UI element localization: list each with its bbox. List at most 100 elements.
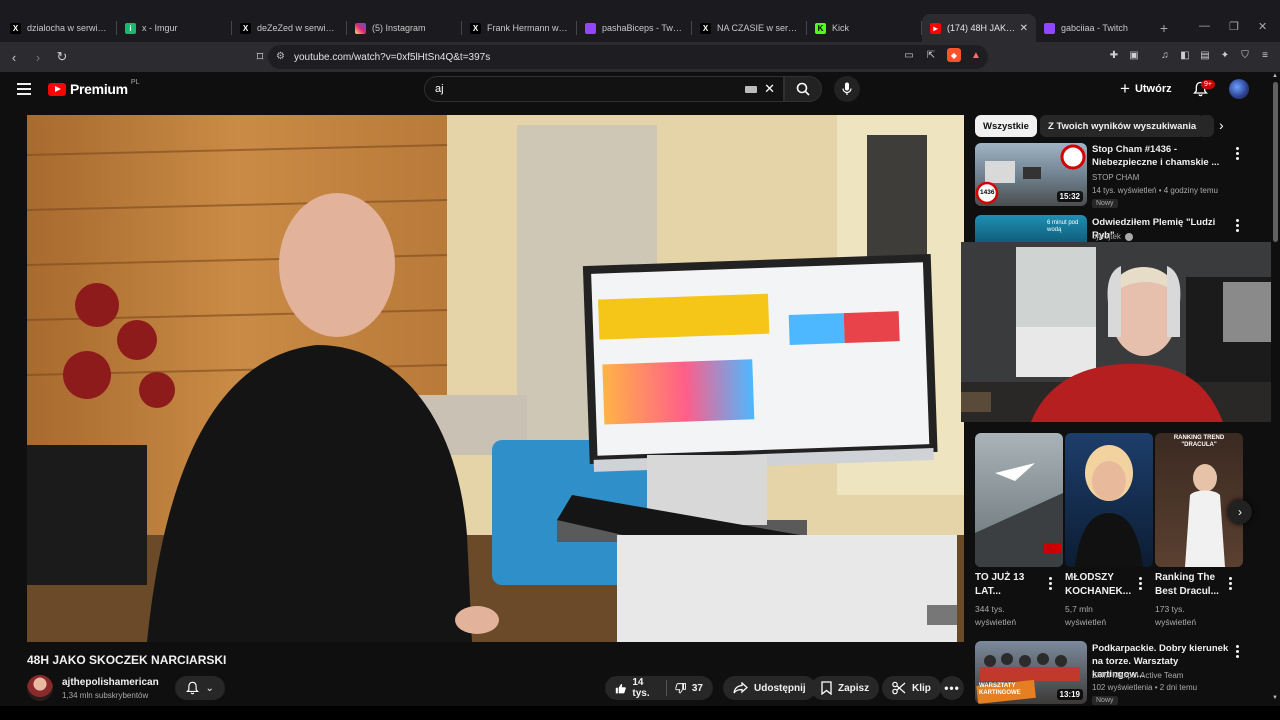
browser-tab[interactable]: gabciiaa - Twitch: [1036, 14, 1150, 42]
save-button[interactable]: Zapisz: [811, 676, 880, 700]
chevron-right-icon[interactable]: ›: [1219, 117, 1224, 133]
thumbs-down-icon[interactable]: [674, 682, 686, 695]
bookmark-icon[interactable]: ⌑: [250, 49, 270, 65]
short-thumbnail[interactable]: [1065, 433, 1153, 567]
more-vertical-icon[interactable]: [1049, 577, 1052, 592]
short-title[interactable]: TO JUŻ 13 LAT...: [975, 571, 1045, 599]
more-vertical-icon[interactable]: [1236, 645, 1239, 660]
title-line: LAT...: [975, 586, 1001, 597]
views-line: 344 tys.: [975, 604, 1005, 614]
bottom-edge: [0, 706, 1280, 720]
views-line: 5,7 mln: [1065, 604, 1093, 614]
like-count[interactable]: 14 tys.: [632, 677, 657, 699]
scrollbar-thumb[interactable]: [1273, 82, 1278, 242]
tab-label: NA CZASIE w serwisie X: [717, 23, 798, 33]
more-vertical-icon[interactable]: [1229, 577, 1232, 592]
more-vertical-icon[interactable]: [1236, 147, 1239, 162]
youtube-header: Premium PL aj ✕ + Utwórz 9+: [0, 72, 1280, 108]
video-thumbnail[interactable]: 6 minut pod wodą: [975, 215, 1087, 242]
tab-label: Kick: [832, 23, 850, 33]
wallet-icon[interactable]: ▤: [1198, 48, 1212, 62]
channel-name[interactable]: STOP CHAM: [1092, 172, 1139, 184]
tab-label: (5) Instagram: [372, 23, 426, 33]
x-logo-icon: X: [240, 22, 251, 34]
browser-tab[interactable]: K Kick: [807, 14, 921, 42]
cast-icon[interactable]: ▭: [902, 48, 916, 62]
browser-menu-icon[interactable]: ≡: [1258, 48, 1272, 62]
channel-avatar[interactable]: [27, 675, 53, 701]
scroll-up-icon[interactable]: ▲: [1272, 73, 1278, 79]
search-icon: [796, 82, 810, 96]
voice-search-button[interactable]: [834, 76, 860, 102]
video-thumbnail[interactable]: 1436 15:32: [975, 143, 1087, 206]
browser-tab[interactable]: pashaBiceps - Twitch: [577, 14, 691, 42]
more-vertical-icon[interactable]: [1236, 219, 1239, 234]
more-vertical-icon[interactable]: [1139, 577, 1142, 592]
minimize-icon[interactable]: —: [1199, 20, 1210, 32]
scissors-icon: [892, 681, 906, 695]
restore-icon[interactable]: ❐: [1229, 20, 1239, 33]
back-icon[interactable]: ‹: [4, 50, 24, 65]
brave-rewards-icon[interactable]: ▲: [969, 48, 983, 62]
browser-tab[interactable]: (5) Instagram: [347, 14, 461, 42]
title-line: Niebezpieczne i chamskie ...: [1092, 157, 1220, 168]
share-button[interactable]: Udostępnij: [723, 676, 816, 700]
browser-tab[interactable]: X dzialocha w serwisie X: [2, 14, 116, 42]
title-line: MŁODSZY: [1065, 572, 1114, 583]
views-line: wyświetleń: [1065, 617, 1107, 627]
channel-name[interactable]: ZMM Maxpol Active Team: [1092, 670, 1183, 682]
account-avatar[interactable]: [1229, 79, 1249, 99]
chip-from-search[interactable]: Z Twoich wyników wyszukiwania: [1040, 115, 1205, 137]
new-tab-button[interactable]: +: [1150, 14, 1178, 42]
search-value: aj: [435, 83, 444, 95]
views-line: 173 tys.: [1155, 604, 1185, 614]
clip-label: Klip: [912, 682, 931, 694]
media-icon[interactable]: ♫: [1158, 48, 1172, 62]
screenshot-icon[interactable]: ▣: [1127, 48, 1141, 62]
close-window-icon[interactable]: ✕: [1258, 20, 1267, 33]
short-title[interactable]: Ranking The Best Dracul...: [1155, 571, 1225, 599]
clip-button[interactable]: Klip: [882, 676, 941, 700]
clear-search-icon[interactable]: ✕: [764, 81, 775, 97]
sidebar-icon[interactable]: ◧: [1178, 48, 1192, 62]
scroll-down-icon[interactable]: ▼: [1272, 695, 1278, 701]
short-thumbnail[interactable]: [975, 433, 1063, 567]
vpn-icon[interactable]: ⛉: [1238, 48, 1252, 62]
hamburger-menu-icon[interactable]: [17, 83, 31, 95]
leo-ai-icon[interactable]: ✦: [1218, 48, 1232, 62]
chip-overflow[interactable]: [1198, 115, 1214, 137]
browser-tab[interactable]: i x - Imgur: [117, 14, 231, 42]
short-title[interactable]: MŁODSZY KOCHANEK...: [1065, 571, 1135, 599]
thumbs-up-icon[interactable]: [615, 682, 626, 695]
new-badge: Nowy: [1092, 199, 1118, 208]
imgur-logo-icon: i: [125, 22, 136, 34]
more-actions-button[interactable]: •••: [940, 676, 964, 700]
create-button[interactable]: + Utwórz: [1120, 77, 1172, 101]
brave-shield-icon[interactable]: ◆: [947, 48, 961, 62]
short-thumbnail[interactable]: RANKING TREND "DRACULA": [1155, 433, 1243, 567]
subscription-notifications-button[interactable]: ⌄: [175, 676, 225, 700]
reload-icon[interactable]: ↻: [52, 49, 72, 65]
video-title-link[interactable]: Stop Cham #1436 - Niebezpieczne i chamsk…: [1092, 143, 1232, 169]
video-player[interactable]: [27, 115, 964, 642]
browser-tab-active[interactable]: ▸ (174) 48H JAKO SKOCZEK NARCIARSKI ✕: [922, 14, 1036, 42]
browser-tab[interactable]: X deZeZed w serwisie X: [232, 14, 346, 42]
extensions-icon[interactable]: ✚: [1107, 48, 1121, 62]
dislike-count[interactable]: 37: [692, 683, 703, 694]
share-arrow-icon: [733, 682, 748, 694]
tab-close-icon[interactable]: ✕: [1020, 23, 1028, 34]
video-thumbnail[interactable]: WARSZTATY KARTINGOWE 13:19: [975, 641, 1087, 704]
address-bar[interactable]: ⚙ youtube.com/watch?v=0xf5lHtSn4Q&t=397s: [268, 45, 988, 69]
browser-tab[interactable]: X Frank Hermann w serwisie X: [462, 14, 576, 42]
channel-name[interactable]: ajthepolishamerican: [62, 677, 159, 688]
chip-all[interactable]: Wszystkie: [975, 115, 1037, 137]
youtube-premium-logo[interactable]: Premium PL: [48, 79, 139, 97]
forward-icon[interactable]: ›: [28, 50, 48, 65]
search-button[interactable]: [784, 76, 822, 102]
keyboard-icon[interactable]: [745, 86, 757, 93]
search-input[interactable]: aj ✕: [424, 76, 784, 102]
share-icon[interactable]: ⇱: [924, 48, 938, 62]
shorts-next-button[interactable]: ›: [1228, 500, 1252, 524]
browser-tab[interactable]: X NA CZASIE w serwisie X: [692, 14, 806, 42]
site-info-icon[interactable]: ⚙: [276, 51, 285, 62]
